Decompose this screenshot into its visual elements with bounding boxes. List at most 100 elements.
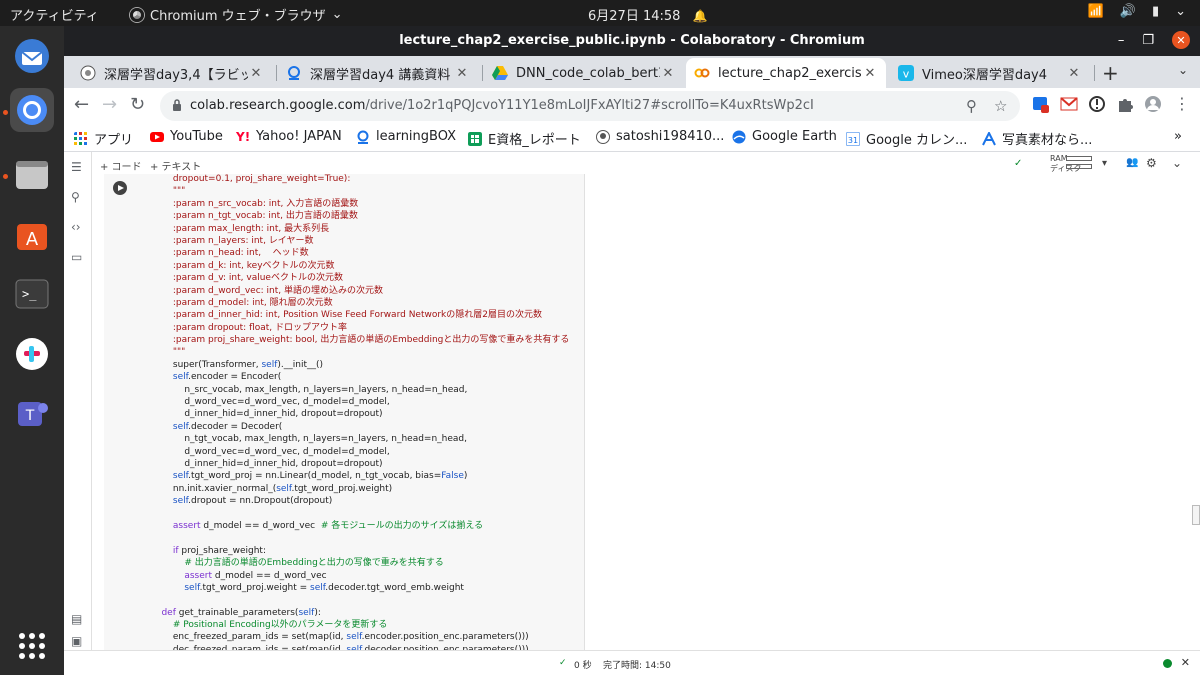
tab-2[interactable]: 深層学習day4 講義資料 ✕	[278, 58, 478, 88]
bookmark-e-report[interactable]: E資格_レポート	[468, 129, 581, 148]
thunderbird-icon[interactable]	[10, 34, 54, 78]
scrollbar-thumb[interactable]	[1192, 505, 1200, 525]
system-top-bar: アクティビティ Chromium ウェブ・ブラウザ ⌄ 6月27日 14:58 …	[0, 0, 1200, 26]
code-line: self.decoder = Decoder(	[172, 421, 283, 432]
bookmark-star-icon[interactable]: ☆	[994, 97, 1007, 115]
teams-icon[interactable]: T	[10, 392, 54, 436]
system-tray[interactable]: 📶 🔊 ▮ ⌄	[1088, 4, 1186, 19]
terminal-icon[interactable]: ▣	[71, 634, 82, 648]
slack-icon[interactable]	[10, 332, 54, 376]
tab-label: Vimeo深層学習day4	[922, 67, 1048, 83]
github-icon	[596, 129, 610, 144]
code-line: :param d_word_vec: int, 単語の埋め込みの次元数	[150, 285, 383, 296]
search-icon[interactable]: ⚲	[71, 190, 80, 204]
bookmark-photo[interactable]: 写真素材なら...	[982, 129, 1092, 148]
bookmark-yahoo[interactable]: Y! Yahoo! JAPAN	[236, 129, 342, 144]
chromium-icon[interactable]	[10, 88, 54, 132]
gear-icon[interactable]: ⚙	[1146, 156, 1157, 170]
code-line: :param d_inner_hid: int, Position Wise F…	[150, 310, 542, 321]
code-line: :param max_length: int, 最大系列長	[150, 223, 330, 234]
address-bar[interactable]: colab.research.google.com/drive/1o2r1qPQ…	[160, 91, 1020, 121]
toc-icon[interactable]: ☰	[71, 160, 82, 174]
bookmark-github[interactable]: satoshi198410...	[596, 129, 724, 144]
back-button[interactable]: ←	[74, 94, 89, 115]
close-icon[interactable]: ✕	[1181, 656, 1190, 669]
gmail-icon[interactable]	[1060, 95, 1078, 113]
calendar-icon: 31	[846, 131, 860, 146]
command-palette-icon[interactable]: ▤	[71, 612, 82, 626]
code-cell[interactable]: dropout=0.1, proj_share_weight=True): ""…	[104, 174, 584, 658]
browser-menu-icon[interactable]: ⋮	[1174, 94, 1190, 113]
clock[interactable]: 6月27日 14:58 🔔	[588, 5, 708, 24]
bookmark-google-earth[interactable]: Google Earth	[732, 129, 837, 144]
chevron-down-icon: ⌄	[331, 7, 343, 22]
tab-5[interactable]: v Vimeo深層学習day4 ✕	[890, 58, 1090, 88]
code-line: :param n_layers: int, レイヤー数	[150, 235, 314, 246]
add-code-button[interactable]: + コード	[100, 158, 142, 173]
tab-search-icon[interactable]: ⌄	[1178, 63, 1188, 77]
dock: A >_ T	[0, 26, 64, 675]
search-icon[interactable]: ⚲	[966, 97, 977, 115]
bookmark-youtube[interactable]: YouTube	[150, 129, 223, 144]
files-icon[interactable]	[10, 152, 54, 196]
close-icon[interactable]: ✕	[660, 66, 676, 81]
running-indicator	[3, 110, 8, 115]
yahoo-icon: Y!	[236, 129, 251, 144]
success-check-icon: ✓	[559, 658, 567, 668]
activities-button[interactable]: アクティビティ	[10, 5, 99, 24]
show-apps-icon[interactable]	[10, 624, 54, 668]
bookmark-learningbox[interactable]: learningBOX	[356, 129, 456, 144]
tab-strip: 深層学習day3,4【ラビッ ✕ 深層学習day4 講義資料 ✕ DNN_cod…	[64, 56, 1200, 88]
code-line: self.dropout = nn.Dropout(dropout)	[172, 496, 333, 507]
code-line: # 出力言語の単語のEmbeddingと出力の写像で重みを共有する	[184, 558, 444, 569]
close-icon[interactable]: ✕	[454, 66, 470, 81]
window-titlebar[interactable]: lecture_chap2_exercise_public.ipynb - Co…	[64, 26, 1200, 56]
bookmarks-overflow-button[interactable]: »	[1174, 129, 1182, 144]
close-icon[interactable]: ✕	[862, 66, 878, 81]
code-editor[interactable]: dropout=0.1, proj_share_weight=True): ""…	[150, 174, 569, 656]
code-line: self.tgt_word_proj = nn.Linear(d_model, …	[172, 471, 468, 482]
forward-button[interactable]: →	[102, 94, 117, 115]
code-line: # Positional Encoding以外のパラメータを更新する	[172, 620, 388, 631]
add-text-button[interactable]: + テキスト	[150, 158, 201, 173]
code-line: """	[150, 186, 186, 197]
browser-toolbar: ← → ↻ colab.research.google.com/drive/1o…	[64, 88, 1200, 124]
info-extension-icon[interactable]	[1088, 95, 1106, 113]
youtube-icon	[150, 131, 164, 142]
close-window-button[interactable]: ✕	[1172, 31, 1190, 49]
profile-avatar-icon[interactable]	[1144, 95, 1162, 113]
code-line: if proj_share_weight:	[172, 545, 266, 556]
maximize-button[interactable]: ❐	[1142, 33, 1154, 48]
bell-icon: 🔔	[692, 9, 708, 23]
chevron-down-icon[interactable]: ⌄	[1172, 156, 1182, 170]
bookmark-apps[interactable]: アプリ	[74, 129, 133, 148]
tab-4[interactable]: lecture_chap2_exercise_ ✕	[686, 58, 886, 88]
run-cell-button[interactable]	[113, 181, 127, 195]
running-indicator	[3, 174, 8, 179]
svg-text:31: 31	[848, 136, 858, 145]
terminal-icon[interactable]: >_	[10, 272, 54, 316]
share-people-icon[interactable]: 👥	[1126, 157, 1138, 168]
close-icon[interactable]: ✕	[1066, 66, 1082, 81]
bookmark-google-calendar[interactable]: 31 Google カレン...	[846, 129, 967, 148]
clock-label: 6月27日 14:58	[588, 9, 681, 24]
software-center-icon[interactable]: A	[10, 212, 54, 256]
reload-button[interactable]: ↻	[130, 94, 145, 115]
runtime-dropdown-icon[interactable]: ▾	[1102, 158, 1107, 169]
close-icon[interactable]: ✕	[248, 66, 264, 81]
code-snippets-icon[interactable]: ‹›	[71, 220, 81, 234]
cell-toolbar: + コード + テキスト ✓ RAM ディスク ▾ 👥 ⚙ ⌄	[100, 152, 1200, 174]
folder-icon[interactable]: ▭	[71, 250, 82, 264]
extensions-puzzle-icon[interactable]	[1116, 95, 1134, 113]
code-line: assert d_model == d_word_vec # 各モジュールの出力…	[172, 520, 484, 531]
extension-calendar-icon[interactable]	[1032, 95, 1050, 113]
tab-1[interactable]: 深層学習day3,4【ラビッ ✕	[72, 58, 272, 88]
svg-text:>_: >_	[22, 287, 37, 301]
minimize-button[interactable]: –	[1118, 33, 1125, 48]
new-tab-button[interactable]: +	[1102, 61, 1119, 85]
tab-3[interactable]: DNN_code_colab_bert1b ✕	[484, 58, 684, 88]
app-menu[interactable]: Chromium ウェブ・ブラウザ ⌄	[130, 5, 343, 24]
code-line: n_src_vocab, max_length, n_layers=n_laye…	[150, 384, 468, 395]
drive-icon	[492, 66, 508, 80]
notion-icon	[80, 65, 96, 81]
